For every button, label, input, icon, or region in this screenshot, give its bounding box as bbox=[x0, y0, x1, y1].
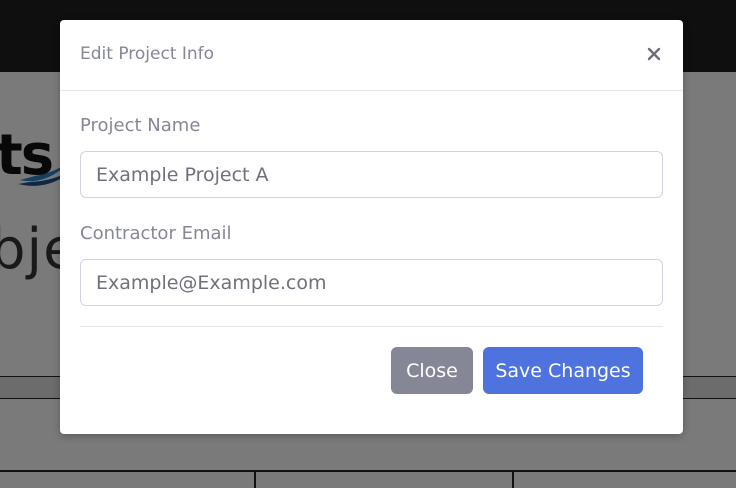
contractor-email-input[interactable] bbox=[80, 259, 663, 306]
project-name-input[interactable] bbox=[80, 151, 663, 198]
modal-title: Edit Project Info bbox=[80, 44, 215, 64]
modal-footer-divider bbox=[80, 326, 663, 327]
edit-project-modal: Edit Project Info Project Name Contracto… bbox=[60, 20, 683, 434]
save-changes-button[interactable]: Save Changes bbox=[483, 347, 643, 394]
close-button[interactable]: Close bbox=[391, 347, 473, 394]
project-name-label: Project Name bbox=[80, 115, 201, 136]
close-icon[interactable] bbox=[642, 42, 666, 66]
contractor-email-label: Contractor Email bbox=[80, 223, 232, 244]
modal-header: Edit Project Info bbox=[60, 20, 683, 91]
